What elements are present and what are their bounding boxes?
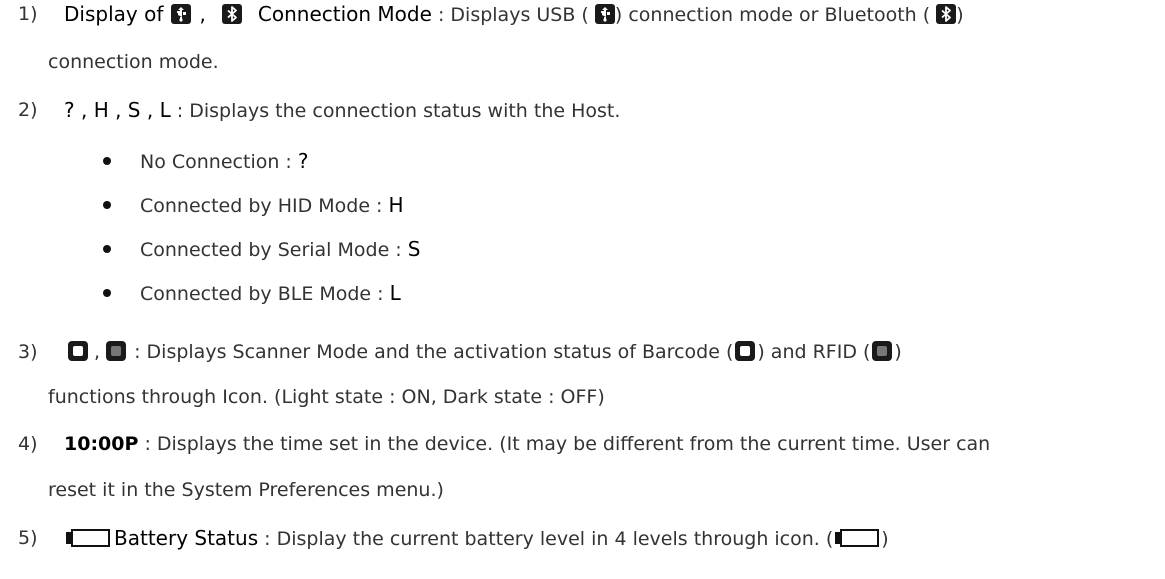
item-comma: ,	[94, 341, 101, 363]
item-text: )	[894, 341, 902, 363]
barcode-mode-icon	[735, 341, 756, 361]
item-separator: :	[170, 100, 190, 122]
item-text: )	[956, 4, 964, 26]
usb-icon	[171, 4, 192, 24]
bullet-text: No Connection : ?	[140, 149, 309, 174]
item-text: Displays the time set in the device. (It…	[156, 433, 991, 455]
bullet-value: H	[388, 193, 404, 217]
item-text: ) connection mode or Bluetooth (	[614, 4, 931, 26]
bullet-value: S	[407, 237, 421, 261]
bullet-dot	[103, 157, 111, 165]
item-line: , : Displays Scanner Mode and the activa…	[66, 340, 902, 364]
item-keyword: ? , H , S , L	[64, 98, 171, 122]
item-separator: :	[431, 4, 451, 26]
item-continuation: connection mode.	[48, 51, 219, 73]
item-comma: ,	[199, 2, 206, 26]
item-line: Battery Status : Display the current bat…	[64, 526, 889, 551]
bullet-label: Connected by Serial Mode :	[140, 239, 408, 261]
battery-icon-body	[840, 529, 880, 547]
barcode-mode-icon-center	[740, 346, 751, 356]
bullet-dot	[103, 201, 111, 209]
battery-icon	[66, 529, 110, 547]
item-continuation: reset it in the System Preferences menu.…	[48, 479, 444, 501]
item-text: Displays the connection status with the …	[189, 100, 621, 122]
item-text: Displays USB (	[450, 4, 589, 26]
item-line: ? , H , S , L : Displays the connection …	[64, 98, 620, 123]
item-keyword: Connection Mode	[257, 2, 432, 26]
bullet-dot	[103, 245, 111, 253]
bullet-dot	[103, 289, 111, 297]
item-line: 10:00P : Displays the time set in the de…	[64, 432, 990, 456]
item-keyword: 10:00P	[64, 433, 139, 455]
bullet-label: No Connection :	[140, 151, 298, 173]
item-text: Display the current battery level in 4 l…	[276, 528, 834, 550]
item-number: 4)	[18, 433, 38, 455]
rfid-mode-icon-center	[111, 346, 122, 356]
bullet-text: Connected by BLE Mode : L	[140, 281, 401, 306]
bullet-label: Connected by BLE Mode :	[140, 283, 390, 305]
bullet-label: Connected by HID Mode :	[140, 195, 389, 217]
barcode-mode-icon-center	[73, 346, 83, 356]
item-continuation: functions through Icon. (Light state : O…	[48, 386, 605, 408]
item-text: ) and RFID (	[757, 341, 871, 363]
item-number: 2)	[18, 99, 38, 121]
item-number: 1)	[18, 3, 38, 25]
manual-page: 1) Display of , Connection Mode : Displa…	[0, 0, 1165, 579]
item-text: Displays Scanner Mode and the activation…	[146, 341, 734, 363]
item-text: )	[881, 528, 889, 550]
item-keyword: Battery Status	[114, 526, 259, 550]
item-number: 3)	[18, 341, 38, 363]
rfid-mode-icon	[872, 341, 893, 361]
barcode-mode-icon	[68, 341, 88, 361]
item-separator: :	[128, 341, 147, 363]
bluetooth-icon	[221, 4, 242, 24]
bullet-text: Connected by HID Mode : H	[140, 193, 404, 218]
rfid-mode-icon	[106, 341, 127, 361]
battery-icon-body	[71, 529, 110, 547]
bullet-value: L	[389, 281, 401, 305]
usb-icon	[594, 4, 615, 24]
item-separator: :	[258, 528, 277, 550]
bullet-text: Connected by Serial Mode : S	[140, 237, 420, 262]
item-separator: :	[138, 433, 157, 455]
item-line: Display of , Connection Mode : Displays …	[64, 2, 964, 27]
rfid-mode-icon-center	[877, 346, 888, 356]
battery-icon	[835, 529, 880, 547]
bluetooth-icon	[936, 4, 957, 24]
bullet-value: ?	[297, 149, 309, 173]
item-keyword: Display of	[64, 2, 164, 26]
item-number: 5)	[18, 527, 38, 549]
